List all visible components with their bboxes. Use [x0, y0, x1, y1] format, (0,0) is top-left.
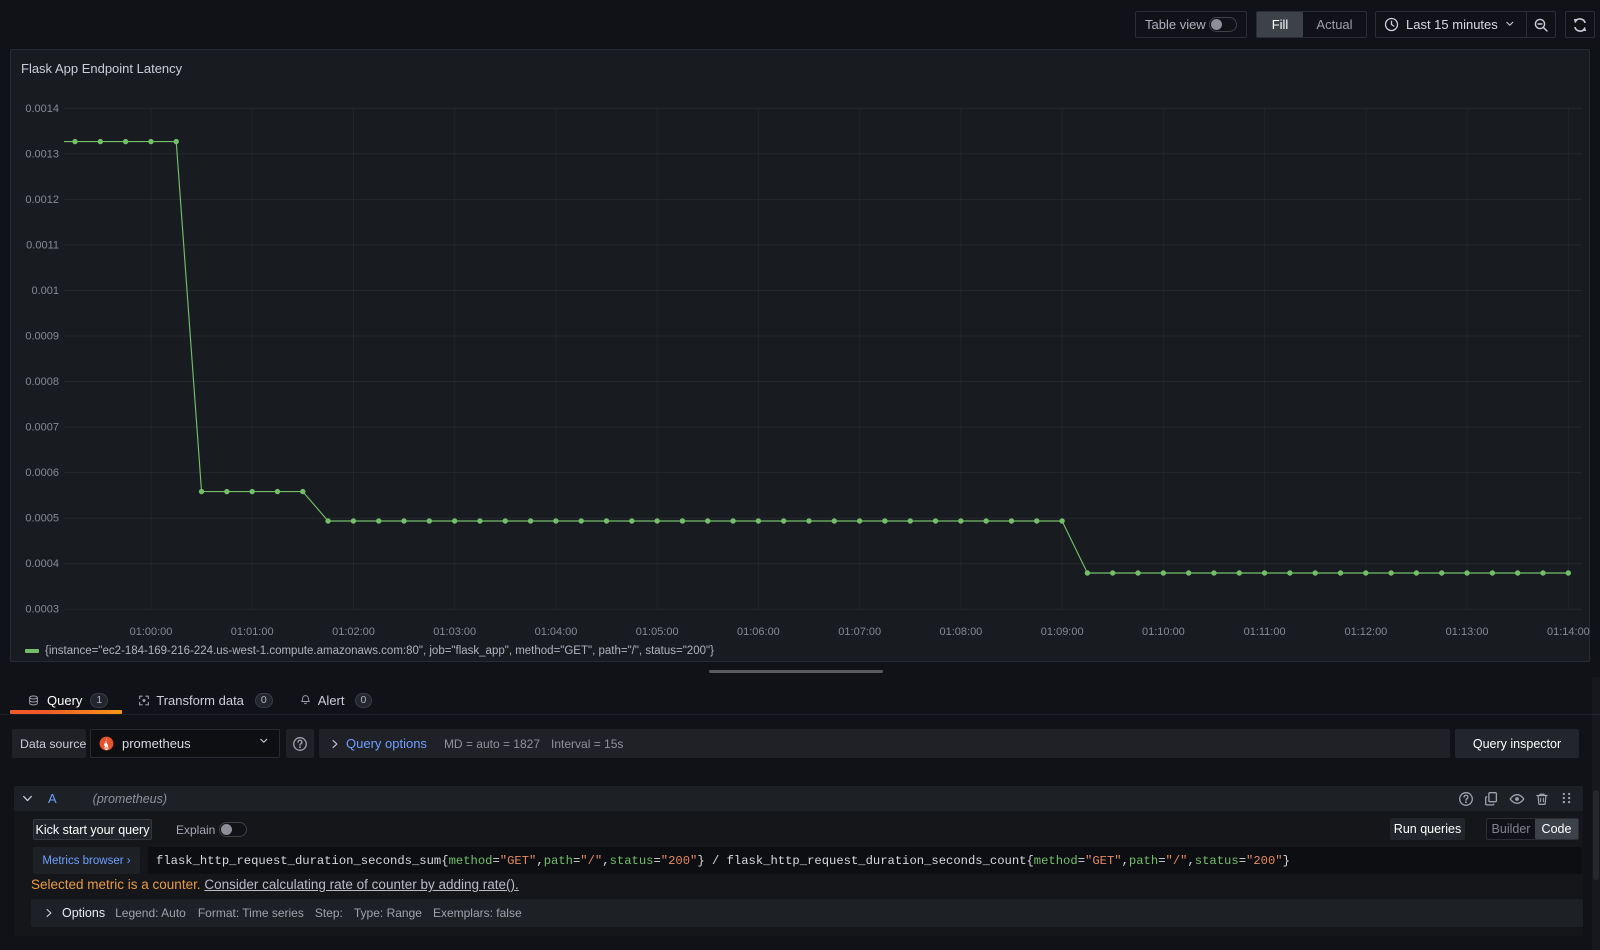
svg-text:0.0005: 0.0005 [25, 513, 59, 525]
svg-text:01:01:00: 01:01:00 [231, 626, 274, 638]
svg-text:01:00:00: 01:00:00 [130, 626, 173, 638]
svg-text:01:03:00: 01:03:00 [433, 626, 476, 638]
svg-text:01:12:00: 01:12:00 [1344, 626, 1387, 638]
svg-text:0.0003: 0.0003 [25, 604, 59, 616]
svg-text:01:08:00: 01:08:00 [939, 626, 982, 638]
svg-text:0.0004: 0.0004 [25, 558, 59, 570]
svg-text:0.0008: 0.0008 [25, 376, 59, 388]
svg-text:01:04:00: 01:04:00 [535, 626, 578, 638]
svg-text:01:07:00: 01:07:00 [838, 626, 881, 638]
svg-text:0.0009: 0.0009 [25, 331, 59, 343]
svg-text:01:11:00: 01:11:00 [1244, 626, 1286, 638]
svg-text:01:14:00: 01:14:00 [1547, 626, 1590, 638]
svg-text:0.0006: 0.0006 [25, 467, 59, 479]
svg-text:0.001: 0.001 [31, 285, 59, 297]
svg-text:0.0007: 0.0007 [25, 422, 59, 434]
svg-text:01:13:00: 01:13:00 [1446, 626, 1489, 638]
svg-text:01:05:00: 01:05:00 [636, 626, 679, 638]
svg-text:0.0013: 0.0013 [25, 148, 59, 160]
svg-text:01:09:00: 01:09:00 [1041, 626, 1084, 638]
svg-text:01:10:00: 01:10:00 [1142, 626, 1185, 638]
svg-text:01:02:00: 01:02:00 [332, 626, 375, 638]
svg-text:0.0014: 0.0014 [25, 103, 59, 115]
svg-text:0.0012: 0.0012 [25, 194, 59, 206]
svg-text:0.0011: 0.0011 [26, 239, 59, 251]
svg-text:01:06:00: 01:06:00 [737, 626, 780, 638]
